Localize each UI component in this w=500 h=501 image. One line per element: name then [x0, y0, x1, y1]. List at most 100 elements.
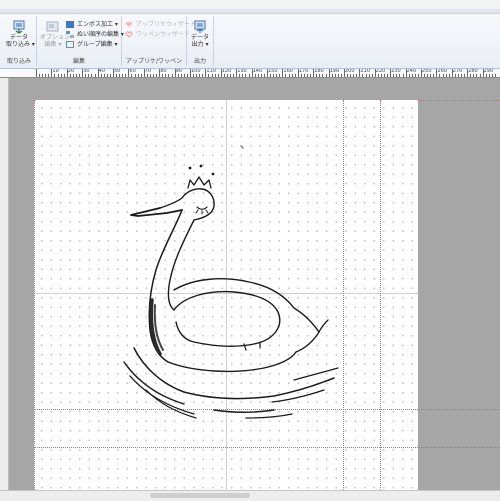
- ruler-tick: [54, 74, 56, 77]
- ruler-tick: [140, 74, 142, 77]
- ruler-number: 170: [298, 69, 309, 74]
- ruler-tick: [60, 74, 62, 77]
- sewing-order-button[interactable]: ぬい順序の編集 ▾: [66, 30, 124, 39]
- group-edit-icon: [66, 41, 74, 48]
- ruler-tick: [196, 74, 198, 77]
- ruler-tick: [316, 74, 318, 77]
- patch-wizard-label: ワッペンウィザード: [136, 31, 191, 38]
- ruler-tick: [414, 74, 416, 77]
- ribbon-group-applique: アップリケウィザード ワッペンウィザード アップリケ/ワッペン: [122, 16, 196, 66]
- ruler-tick: [260, 74, 262, 77]
- ruler-number: 60: [129, 69, 136, 74]
- ruler-tick: [488, 74, 490, 77]
- ruler-number: 280: [468, 69, 478, 74]
- ruler-tick: [137, 74, 139, 77]
- option-label-1: オプション: [40, 34, 71, 41]
- emboss-button[interactable]: エンボス加工 ▾: [66, 20, 118, 29]
- ruler-tick: [119, 74, 121, 77]
- ruler-tick: [464, 74, 466, 77]
- ruler-tick: [485, 74, 487, 77]
- ruler-tick: [325, 74, 327, 77]
- ruler-tick: [362, 74, 364, 77]
- ruler-tick: [356, 74, 358, 77]
- sewing-order-icon: [66, 31, 74, 38]
- ruler-number: 90: [175, 69, 182, 74]
- ribbon-group-edit: オプション 編集 ▾ エンボス加工 ▾ ぬい順序の編集 ▾ グループ編集 ▾ 編…: [37, 16, 124, 66]
- ruler-number: 130: [237, 69, 247, 74]
- ruler-tick: [131, 74, 133, 77]
- export-label-2: 出力 ▾: [191, 41, 209, 48]
- option-label-2: 編集 ▾: [44, 41, 62, 48]
- ruler-tick: [457, 74, 459, 77]
- ruler-number: 20: [67, 69, 75, 74]
- ruler-tick: [417, 74, 419, 77]
- applique-wizard-button[interactable]: アップリケウィザード: [125, 20, 196, 29]
- ruler-tick: [273, 74, 275, 77]
- ruler-tick: [76, 74, 78, 77]
- patch-wizard-button[interactable]: ワッペンウィザード: [125, 30, 190, 39]
- ruler-tick: [85, 74, 87, 77]
- option-edit-button[interactable]: オプション 編集 ▾: [40, 18, 71, 52]
- ruler-tick: [233, 74, 235, 77]
- ruler-tick: [230, 74, 232, 77]
- ruler-number: 160: [283, 69, 293, 74]
- group-label-export: 出力: [193, 58, 206, 65]
- group-edit-button[interactable]: グループ編集 ▾: [66, 40, 118, 49]
- ruler-tick: [42, 74, 44, 77]
- ruler-tick: [442, 74, 444, 77]
- import-label-2: 取り込み ▾: [6, 41, 35, 48]
- ruler-tick: [473, 74, 475, 77]
- ruler-tick: [202, 74, 204, 77]
- ruler-tick: [310, 74, 312, 77]
- ruler-tick: [276, 74, 278, 77]
- ruler-tick: [387, 74, 389, 77]
- ruler-tick: [399, 74, 401, 77]
- ruler-tick: [94, 74, 96, 77]
- ruler-tick: [454, 74, 456, 77]
- applique-icon: [125, 21, 133, 28]
- ruler-tick: [239, 74, 241, 77]
- guide-line: [418, 100, 500, 101]
- ruler-tick: [476, 74, 478, 77]
- ruler-tick: [303, 74, 305, 77]
- ruler-tick: [479, 74, 481, 77]
- ruler-number: 270: [452, 69, 463, 74]
- ruler-tick: [186, 74, 188, 77]
- swan-drawing[interactable]: [34, 100, 418, 490]
- ruler-tick: [270, 74, 272, 77]
- ruler-number: 260: [437, 69, 447, 74]
- ruler-tick: [91, 74, 93, 77]
- ruler-tick: [72, 74, 74, 77]
- ruler-tick: [408, 74, 410, 77]
- ruler-tick: [171, 74, 173, 77]
- import-data-button[interactable]: データ 取り込み ▾: [6, 18, 35, 52]
- ruler-tick: [365, 74, 367, 77]
- ruler-tick: [193, 74, 195, 77]
- sewing-order-label: ぬい順序の編集 ▾: [77, 31, 124, 38]
- ruler-number: 140: [252, 69, 263, 74]
- horizontal-scrollbar[interactable]: [0, 490, 500, 501]
- vertical-ruler: [0, 78, 9, 490]
- ruler-number: 200: [345, 69, 355, 74]
- ruler-tick: [411, 74, 413, 77]
- ruler-tick: [377, 74, 379, 77]
- ruler-number: 50: [114, 69, 121, 74]
- ruler-tick: [177, 74, 179, 77]
- scrollbar-thumb[interactable]: [150, 493, 250, 498]
- ruler-tick: [153, 74, 155, 77]
- ruler-tick: [134, 74, 136, 77]
- ruler-tick: [340, 74, 342, 77]
- export-data-button[interactable]: データ 出力 ▾: [187, 18, 213, 52]
- ruler-tick: [223, 74, 225, 77]
- ruler-tick: [433, 74, 435, 77]
- ruler-tick: [430, 74, 432, 77]
- ruler-tick: [88, 74, 90, 77]
- ruler-number: 240: [406, 69, 417, 74]
- ruler-tick: [353, 74, 355, 77]
- ruler-tick: [106, 74, 108, 77]
- ruler-tick: [319, 74, 321, 77]
- horizontal-ruler: 10 20 30 40 50 60 70 80 90 100 110 120 130 140 150 160 1…: [0, 69, 500, 78]
- patch-icon: [125, 31, 133, 38]
- ruler-tick: [242, 74, 244, 77]
- ruler-tick: [294, 74, 296, 77]
